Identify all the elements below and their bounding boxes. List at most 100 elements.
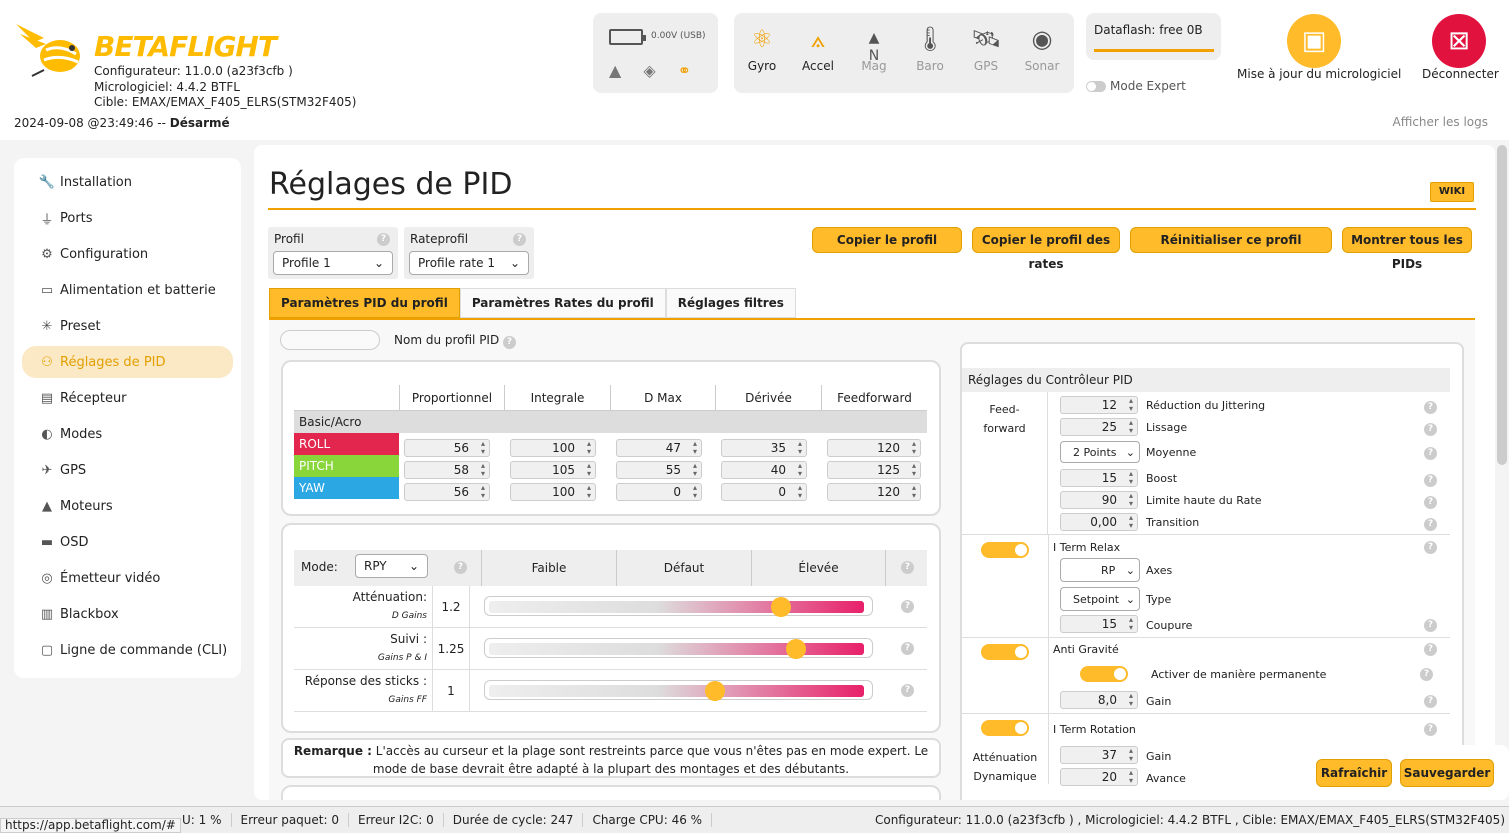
- slider-col-low: Faible: [481, 550, 616, 586]
- pitch-i-input[interactable]: 105: [510, 461, 596, 479]
- help-icon[interactable]: ?: [901, 684, 914, 697]
- sidebar-item-blackbox[interactable]: ▥ Blackbox: [22, 598, 233, 630]
- help-icon[interactable]: ?: [1424, 695, 1437, 708]
- pid-profile-name-input[interactable]: [280, 330, 380, 350]
- roll-i-input[interactable]: 100: [510, 439, 596, 457]
- help-icon[interactable]: ?: [377, 233, 390, 246]
- help-icon[interactable]: ?: [1424, 447, 1437, 460]
- help-icon[interactable]: ?: [901, 561, 914, 574]
- pitch-d-input[interactable]: 40: [721, 461, 807, 479]
- firmware-update-button[interactable]: ▣: [1287, 14, 1341, 68]
- yaw-p-input[interactable]: 56: [404, 483, 490, 501]
- battery-icon: [609, 29, 646, 45]
- ff-boost-input[interactable]: 15: [1060, 469, 1138, 487]
- slider-knob[interactable]: [786, 639, 806, 659]
- sidebar-item-osd[interactable]: ▬ OSD: [22, 526, 233, 558]
- iterm-relax-toggle[interactable]: [981, 542, 1029, 558]
- roll-ff-input[interactable]: 120: [827, 439, 921, 457]
- chevron-down-icon: ⌄: [1125, 592, 1135, 606]
- help-icon[interactable]: ?: [454, 561, 467, 574]
- sidebar-item-receiver[interactable]: ▤ Récepteur: [22, 382, 233, 414]
- roll-dmax-input[interactable]: 47: [616, 439, 702, 457]
- sidebar-item-preset[interactable]: ✳ Preset: [22, 310, 233, 342]
- ff-smoothing-input[interactable]: 25: [1060, 418, 1138, 436]
- disconnect-button[interactable]: ⊠: [1432, 14, 1486, 68]
- slider-knob[interactable]: [705, 681, 725, 701]
- ff-averaging-select[interactable]: 2 Points ⌄: [1060, 441, 1140, 463]
- help-icon[interactable]: ?: [503, 336, 517, 349]
- expert-mode-toggle[interactable]: Mode Expert: [1086, 79, 1186, 93]
- sidebar-item-gps[interactable]: ✈ GPS: [22, 454, 233, 486]
- dyn-gain-input[interactable]: 37: [1060, 746, 1138, 764]
- copy-rates-button[interactable]: Copier le profil des rates: [972, 227, 1120, 271]
- relax-type-select[interactable]: Setpoint ⌄: [1060, 587, 1140, 611]
- roll-d-input[interactable]: 35: [721, 439, 807, 457]
- sidebar-item-installation[interactable]: 🔧 Installation: [22, 166, 233, 198]
- help-icon[interactable]: ?: [1424, 643, 1437, 656]
- iterm-rotation-toggle[interactable]: [981, 720, 1029, 736]
- tab-rate-params[interactable]: Paramètres Rates du profil: [459, 288, 666, 318]
- target-info: Cible: EMAX/EMAX_F405_ELRS(STM32F405): [94, 95, 357, 109]
- rateprofile-select[interactable]: Profile rate 1 ⌄: [409, 251, 529, 275]
- copy-profile-button[interactable]: Copier le profil: [812, 227, 962, 253]
- help-icon[interactable]: ?: [901, 642, 914, 655]
- expert-mode-switch[interactable]: [1086, 80, 1106, 92]
- sidebar-item-vtx[interactable]: ◎ Émetteur vidéo: [22, 562, 233, 594]
- yaw-dmax-input[interactable]: 0: [616, 483, 702, 501]
- reset-profile-button[interactable]: Réinitialiser ce profil: [1130, 227, 1332, 253]
- pitch-ff-input[interactable]: 125: [827, 461, 921, 479]
- anti-gravity-toggle[interactable]: [981, 644, 1029, 660]
- sidebar-item-pid-tuning[interactable]: ⚇ Réglages de PID: [22, 346, 233, 378]
- slider-mode-select[interactable]: RPY ⌄: [355, 554, 428, 578]
- ag-permanent-toggle[interactable]: [1080, 666, 1128, 682]
- help-icon[interactable]: ?: [1424, 496, 1437, 509]
- slider-label: Réponse des sticks :: [304, 674, 427, 688]
- yaw-ff-input[interactable]: 120: [827, 483, 921, 501]
- help-icon[interactable]: ?: [1424, 518, 1437, 531]
- stick-response-slider[interactable]: [484, 680, 873, 701]
- ag-gain-input[interactable]: 8,0: [1060, 691, 1138, 709]
- help-icon[interactable]: ?: [513, 233, 526, 246]
- ff-transition-input[interactable]: 0,00: [1060, 513, 1138, 531]
- tab-filter-settings[interactable]: Réglages filtres: [665, 288, 796, 318]
- roll-p-input[interactable]: 56: [404, 439, 490, 457]
- tracking-slider[interactable]: [484, 638, 873, 659]
- profile-select[interactable]: Profile 1 ⌄: [273, 251, 393, 275]
- help-icon[interactable]: ?: [1424, 619, 1437, 632]
- yaw-i-input[interactable]: 100: [510, 483, 596, 501]
- relax-axes-select[interactable]: RP ⌄: [1060, 558, 1140, 582]
- pitch-dmax-input[interactable]: 55: [616, 461, 702, 479]
- slider-col-default: Défaut: [616, 550, 751, 586]
- ff-jitter-input[interactable]: 12: [1060, 396, 1138, 414]
- pitch-p-input[interactable]: 58: [404, 461, 490, 479]
- refresh-button[interactable]: Rafraîchir: [1316, 759, 1392, 787]
- sidebar-item-cli[interactable]: ▢ Ligne de commande (CLI): [22, 634, 233, 666]
- firmware-update-label[interactable]: Mise à jour du micrologiciel: [1237, 67, 1401, 81]
- help-icon[interactable]: ?: [1424, 723, 1437, 736]
- damping-slider[interactable]: [484, 596, 873, 617]
- sidebar-item-ports[interactable]: ⏚ Ports: [22, 202, 233, 234]
- yaw-d-input[interactable]: 0: [721, 483, 807, 501]
- help-icon[interactable]: ?: [1424, 541, 1437, 554]
- sidebar-item-configuration[interactable]: ⚙ Configuration: [22, 238, 233, 270]
- scrollbar[interactable]: [1497, 145, 1507, 465]
- help-icon[interactable]: ?: [1424, 423, 1437, 436]
- tab-pid-params[interactable]: Paramètres PID du profil: [269, 288, 460, 318]
- save-button[interactable]: Sauvegarder: [1400, 759, 1494, 787]
- sidebar-item-motors[interactable]: ▲ Moteurs: [22, 490, 233, 522]
- relax-axes-label: Axes: [1146, 564, 1173, 577]
- show-all-pids-button[interactable]: Montrer tous les PIDs: [1342, 227, 1472, 271]
- help-icon[interactable]: ?: [1424, 474, 1437, 487]
- sidebar-item-modes[interactable]: ◐ Modes: [22, 418, 233, 450]
- wiki-button[interactable]: WIKI: [1430, 182, 1474, 202]
- disconnect-label[interactable]: Déconnecter: [1422, 67, 1499, 81]
- help-icon[interactable]: ?: [901, 600, 914, 613]
- dyn-advance-input[interactable]: 20: [1060, 768, 1138, 786]
- help-icon[interactable]: ?: [1420, 668, 1433, 681]
- show-logs-link[interactable]: Afficher les logs: [1393, 115, 1488, 129]
- ff-maxrate-input[interactable]: 90: [1060, 491, 1138, 509]
- relax-cutoff-input[interactable]: 15: [1060, 615, 1138, 633]
- slider-knob[interactable]: [771, 597, 791, 617]
- help-icon[interactable]: ?: [1424, 401, 1437, 414]
- sidebar-item-power[interactable]: ▭ Alimentation et batterie: [22, 274, 233, 306]
